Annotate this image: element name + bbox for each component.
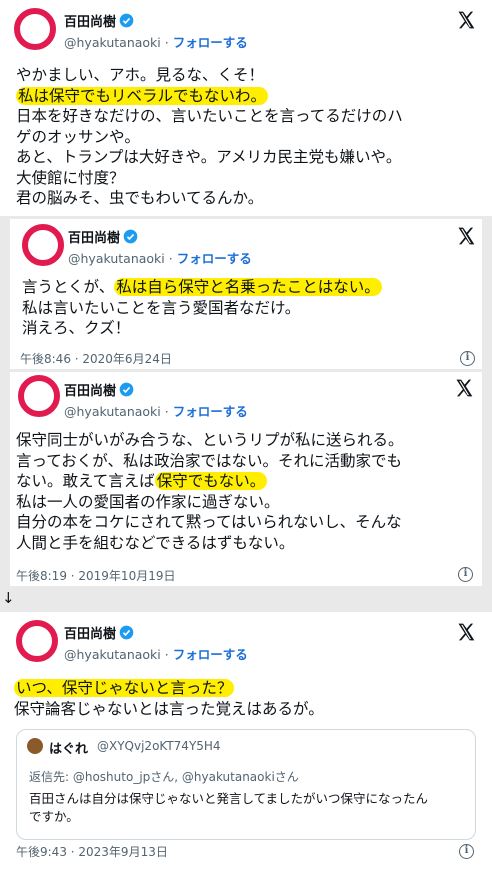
quoted-name[interactable]: はぐれ: [49, 738, 88, 757]
tweet-text: 言うとくが、 私は自ら保守と名乗ったことはない。 私は言いたいことを言う愛国者なだ…: [22, 278, 382, 337]
x-logo-icon[interactable]: [456, 226, 476, 246]
handle-row: @hyakutanaoki · フォローする: [64, 404, 248, 419]
verified-badge-icon: [119, 13, 134, 28]
tweet-text: やかましい、アホ。見るな、くそ！ 私は保守でもリベラルでもないわ。 日本を好きな…: [16, 66, 403, 207]
verified-badge-icon: [119, 625, 134, 640]
account-name[interactable]: 百田尚樹: [64, 11, 134, 30]
avatar[interactable]: [16, 620, 58, 662]
handle-row: @hyakutanaoki · フォローする: [64, 647, 248, 662]
quoted-text: 百田さんは自分は保守じゃないと発言してましたがいつ保守になったん ですか。: [29, 791, 429, 824]
info-icon[interactable]: i: [458, 567, 473, 582]
avatar[interactable]: [14, 8, 56, 50]
tweet-card-2: 百田尚樹 @hyakutanaoki · フォローする 言うとくが、 私は自ら保守…: [10, 219, 482, 369]
follow-button[interactable]: フォローする: [173, 35, 248, 50]
tweet-card-3: 百田尚樹 @hyakutanaoki · フォローする 保守同士がいがみ合うな、…: [10, 372, 482, 586]
account-handle[interactable]: @hyakutanaoki: [68, 251, 165, 266]
account-handle[interactable]: @hyakutanaoki: [64, 647, 161, 662]
timestamp[interactable]: 午後8:46 · 2020年6月24日: [20, 350, 172, 367]
down-arrow: ↓: [2, 589, 15, 607]
quoted-avatar[interactable]: [27, 738, 43, 754]
follow-button[interactable]: フォローする: [173, 404, 248, 419]
tweet-text: いつ、保守じゃないと言った？ 保守論客じゃないとは言った覚えはあるが。: [14, 679, 324, 718]
reply-to: 返信先: @hoshuto_jpさん, @hyakutanaokiさん: [29, 770, 299, 784]
avatar[interactable]: [22, 224, 64, 266]
account-handle[interactable]: @hyakutanaoki: [64, 35, 161, 50]
quoted-tweet[interactable]: はぐれ @XYQvj2oKT74Y5H4 返信先: @hoshuto_jpさん,…: [16, 729, 476, 840]
x-logo-icon[interactable]: [454, 378, 474, 398]
x-logo-icon[interactable]: [456, 10, 476, 30]
x-logo-icon[interactable]: [456, 622, 476, 642]
info-icon[interactable]: i: [460, 351, 475, 366]
follow-button[interactable]: フォローする: [173, 647, 248, 662]
highlighted-text: 私は保守でもリベラルでもないわ。: [16, 86, 269, 105]
info-icon[interactable]: i: [459, 844, 474, 859]
handle-row: @hyakutanaoki · フォローする: [68, 251, 252, 266]
verified-badge-icon: [123, 229, 138, 244]
follow-button[interactable]: フォローする: [177, 251, 252, 266]
tweet-text: 保守同士がいがみ合うな、というリプが私に送られる。 言っておくが、私は政治家では…: [16, 431, 404, 552]
handle-row: @hyakutanaoki · フォローする: [64, 35, 248, 50]
timestamp[interactable]: 午後8:19 · 2019年10月19日: [16, 567, 175, 584]
timestamp[interactable]: 午後9:43 · 2023年9月13日: [16, 843, 168, 860]
account-name[interactable]: 百田尚樹: [64, 380, 134, 399]
tweet-card-4: 百田尚樹 @hyakutanaoki · フォローする いつ、保守じゃないと言っ…: [0, 612, 492, 873]
highlighted-text: 私は自ら保守と名乗ったことはない。: [114, 278, 382, 296]
quoted-handle[interactable]: @XYQvj2oKT74Y5H4: [97, 739, 221, 753]
account-handle[interactable]: @hyakutanaoki: [64, 404, 161, 419]
account-name[interactable]: 百田尚樹: [68, 227, 138, 246]
tweet-card-1: 百田尚樹 @hyakutanaoki · フォローする やかましい、アホ。見るな…: [0, 0, 492, 216]
avatar[interactable]: [18, 375, 60, 417]
highlighted-text: 保守でもない。: [154, 472, 268, 490]
highlighted-text: いつ、保守じゃないと言った？: [14, 679, 235, 697]
verified-badge-icon: [119, 382, 134, 397]
account-name[interactable]: 百田尚樹: [64, 623, 134, 642]
